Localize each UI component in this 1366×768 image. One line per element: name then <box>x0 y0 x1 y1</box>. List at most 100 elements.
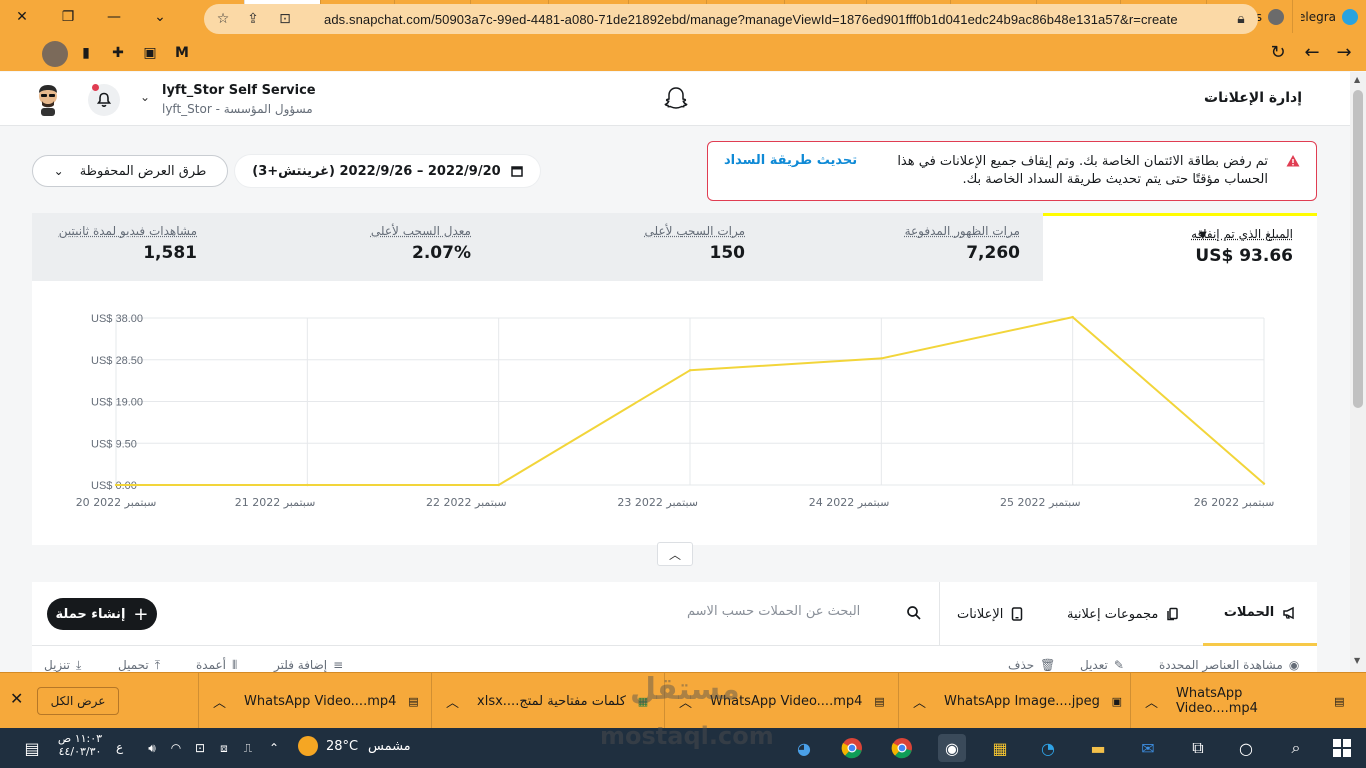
delete-button[interactable]: 🗑︎ حذف <box>1008 658 1055 672</box>
edge-icon[interactable]: ◔ <box>1034 734 1062 762</box>
show-all-downloads-button[interactable]: عرض الكل <box>37 687 119 715</box>
view-selected-button[interactable]: ◉ مشاهدة العناصر المحددة <box>1159 658 1299 672</box>
browser-tab[interactable]: Telegra <box>1292 0 1366 33</box>
x-tick-label: 23 سبتمبر 2022 <box>617 496 698 509</box>
screen-icon[interactable]: ⊡ <box>186 734 214 762</box>
download-item[interactable]: ︿ WhatsApp Video....mp4 ▤ <box>198 673 431 729</box>
plus-icon: + <box>133 603 149 625</box>
cortana-icon[interactable]: ○ <box>1232 734 1260 762</box>
close-downloads-icon[interactable]: ✕ <box>10 689 23 708</box>
side-panel-icon[interactable]: ▮ <box>74 41 98 65</box>
page-title[interactable]: إدارة الإعلانات <box>1204 90 1302 106</box>
lock-icon[interactable]: 🔒︎ <box>1232 10 1250 28</box>
window-minimize-button[interactable]: — <box>92 0 136 33</box>
account-name[interactable]: lyft_Stor Self Service <box>162 83 316 98</box>
tab-ads[interactable]: الإعلانات <box>957 582 1023 646</box>
chevron-up-icon[interactable]: ︿ <box>213 692 226 711</box>
reload-icon[interactable]: ↻ <box>1262 36 1294 68</box>
network-icon[interactable]: ⎍ <box>234 734 262 762</box>
bookmark-star-icon[interactable]: ☆ <box>214 10 232 28</box>
address-bar[interactable]: ☆ ⇪ ⊡ ads.snapchat.com/50903a7c-99ed-448… <box>204 4 1258 34</box>
scroll-up-arrow-icon[interactable]: ▲ <box>1354 75 1360 84</box>
forward-arrow-icon[interactable]: → <box>1328 36 1360 68</box>
site-translate-icon[interactable]: ⊡ <box>276 10 294 28</box>
chevron-up-icon[interactable]: ⌃ <box>260 734 288 762</box>
data-point <box>114 483 118 487</box>
upload-icon: ⤒ <box>154 658 161 672</box>
input-language[interactable]: ع <box>116 740 123 754</box>
columns-icon: ⦀ <box>232 658 238 672</box>
downloads-bar: ︿ WhatsApp Video....mp4 ▤ ︿ WhatsApp Ima… <box>0 672 1366 729</box>
download-item[interactable]: ︿ كلمات مفتاحية لمتج....xlsx ▦ <box>431 673 664 729</box>
campaign-search-input[interactable]: البحث عن الحملات حسب الاسم <box>687 604 860 619</box>
chevron-up-icon[interactable]: ︿ <box>913 692 926 711</box>
scroll-down-arrow-icon[interactable]: ▼ <box>1354 656 1360 665</box>
windows-start-icon[interactable] <box>1328 734 1356 762</box>
file-explorer-icon[interactable]: ▬ <box>1084 734 1112 762</box>
phone-icon <box>1012 607 1023 621</box>
upload-button[interactable]: ⤒ تحميل <box>118 658 160 672</box>
profile-avatar-icon[interactable] <box>42 41 68 67</box>
task-view-icon[interactable]: ⧉ <box>1184 734 1212 762</box>
collapse-chart-button[interactable]: ︿ <box>657 542 693 566</box>
back-arrow-icon[interactable]: ← <box>1296 36 1328 68</box>
download-item[interactable]: ︿ WhatsApp Video....mp4 ▤ <box>1130 673 1346 729</box>
download-button[interactable]: ⤓ تنزيل <box>44 658 81 672</box>
app-icon[interactable]: ◕ <box>790 734 818 762</box>
wifi-icon[interactable]: ◠ <box>162 734 190 762</box>
weather-temp[interactable]: 28°C <box>326 739 358 754</box>
metric-swipe-up-rate[interactable]: معدل السحب لأعلى 2.07% <box>243 213 471 281</box>
clock[interactable]: ١١:٠٣ ص ٤٤/٠٣/٣٠ <box>56 732 104 758</box>
columns-button[interactable]: ⦀ أعمدة <box>196 658 237 672</box>
download-filename: WhatsApp Image....jpeg <box>944 693 1100 709</box>
download-item[interactable]: ︿ WhatsApp Video....mp4 ▤ <box>664 673 898 729</box>
metric-swipe-ups[interactable]: مرات السحب لأعلى 150 <box>517 213 745 281</box>
download-item[interactable]: ︿ WhatsApp Image....jpeg ▣ <box>898 673 1130 729</box>
tab-campaigns[interactable]: الحملات <box>1203 582 1317 646</box>
divider <box>939 582 940 646</box>
scrollbar-thumb[interactable] <box>1353 90 1363 408</box>
clock-date: ٤٤/٠٣/٣٠ <box>58 745 102 758</box>
search-icon[interactable]: ⌕ <box>1282 734 1310 762</box>
metric-2s-video-views[interactable]: مشاهدات فيديو لمدة ثانيتين 1,581 <box>0 213 197 281</box>
store-icon[interactable]: ▦ <box>986 734 1014 762</box>
chevron-up-icon[interactable]: ︿ <box>446 692 459 711</box>
chrome-profile-icon[interactable]: ◉ <box>938 734 966 762</box>
browser-toolbar: → ← ↻ <box>0 33 1366 71</box>
weather-text[interactable]: مشمس <box>368 739 411 754</box>
tab-search-chevron-icon[interactable]: ⌄ <box>138 0 182 33</box>
account-role: lyft_Stor - مسؤول المؤسسة <box>162 102 313 116</box>
snapchat-ghost-icon[interactable] <box>662 85 690 113</box>
account-chevron-down-icon[interactable]: ⌄ <box>140 90 150 104</box>
caret-down-icon[interactable]: ▼ <box>1199 230 1207 241</box>
chevron-down-icon: ⌄ <box>53 164 64 178</box>
chevron-down-icon[interactable]: ⌄ <box>1204 90 1214 104</box>
metric-paid-impressions[interactable]: مرات الظهور المدفوعة 7,260 <box>792 213 1020 281</box>
share-icon[interactable]: ⇪ <box>244 10 262 28</box>
date-range-picker[interactable]: 2022/9/20 – 2022/9/26 (غرينتش+3) <box>235 155 540 187</box>
extensions-puzzle-icon[interactable]: ✚ <box>106 41 130 65</box>
metric-value: 150 <box>709 243 746 263</box>
extension-icon[interactable]: ▣ <box>138 41 162 65</box>
cast-icon[interactable]: ⧈ <box>210 734 238 762</box>
saved-views-dropdown[interactable]: طرق العرض المحفوظة ⌄ <box>32 155 228 187</box>
avatar[interactable] <box>32 82 64 116</box>
chevron-up-icon[interactable]: ︿ <box>1145 692 1158 711</box>
edit-button[interactable]: ✎ تعديل <box>1080 658 1124 672</box>
window-close-button[interactable]: ✕ <box>0 0 44 33</box>
tab-ad-sets[interactable]: مجموعات إعلانية <box>1067 582 1180 646</box>
update-payment-link[interactable]: تحديث طريقة السداد <box>724 153 857 168</box>
page-scrollbar[interactable]: ▲ ▼ <box>1350 72 1366 672</box>
chrome-icon-2[interactable] <box>838 734 866 762</box>
mail-icon[interactable]: ✉ <box>1134 734 1162 762</box>
window-maximize-button[interactable]: ❐ <box>46 0 90 33</box>
metric-amount-spent[interactable]: المبلغ الذي تم إنفاقه US$ 93.66 ▼ <box>1043 213 1317 281</box>
tool-label: تحميل <box>118 658 149 672</box>
chevron-up-icon[interactable]: ︿ <box>679 692 692 711</box>
add-filter-button[interactable]: ≡ إضافة فلتر <box>274 658 343 672</box>
notifications-center-icon[interactable]: ▤ <box>18 734 46 762</box>
extension-m-icon[interactable]: M <box>170 41 194 65</box>
create-campaign-button[interactable]: + إنشاء حملة <box>47 598 157 630</box>
chrome-icon[interactable] <box>888 734 916 762</box>
volume-icon[interactable]: 🔊︎ <box>138 734 166 762</box>
